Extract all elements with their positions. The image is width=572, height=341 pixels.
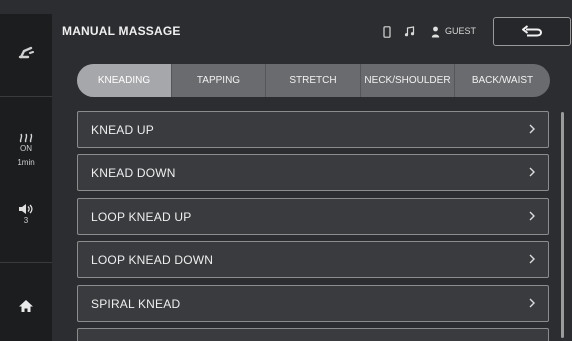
- back-arrow-icon: [522, 24, 543, 36]
- phone-icon[interactable]: [383, 26, 391, 38]
- heat-control[interactable]: ON 1min: [0, 120, 52, 180]
- item-label: LOOP KNEAD DOWN: [91, 252, 214, 267]
- heat-icon: [19, 133, 33, 142]
- list-item[interactable]: LOOP KNEAD DOWN: [77, 241, 549, 278]
- volume-control[interactable]: 3: [0, 192, 52, 236]
- list-item[interactable]: SPIRAL KNEAD: [77, 285, 549, 322]
- side-rail: ON 1min 3: [0, 14, 52, 341]
- recline-button[interactable]: [0, 30, 52, 74]
- music-note-icon[interactable]: [404, 26, 415, 37]
- item-label: LOOP KNEAD UP: [91, 209, 192, 224]
- home-button[interactable]: [0, 286, 52, 326]
- volume-level: 3: [23, 215, 29, 225]
- page-title: MANUAL MASSAGE: [62, 24, 181, 38]
- chevron-right-icon: [529, 254, 535, 264]
- back-button[interactable]: [493, 17, 571, 46]
- tab-tapping[interactable]: TAPPING: [171, 64, 265, 97]
- volume-icon: [19, 203, 33, 214]
- user-label: GUEST: [445, 26, 477, 36]
- list-item[interactable]: LOOP KNEAD UP: [77, 198, 549, 235]
- chevron-right-icon: [529, 124, 535, 134]
- tab-label: NECK/SHOULDER: [364, 75, 451, 86]
- chevron-right-icon: [529, 167, 535, 177]
- category-tabs: KNEADING TAPPING STRETCH NECK/SHOULDER B…: [77, 64, 550, 97]
- tab-kneading[interactable]: KNEADING: [77, 64, 171, 97]
- tab-label: TAPPING: [196, 75, 241, 86]
- list-item[interactable]: KNEAD DOWN: [77, 154, 549, 191]
- heat-status: ON: [20, 143, 32, 153]
- scrollbar[interactable]: [561, 112, 564, 338]
- list-item-partial[interactable]: [77, 328, 549, 341]
- tab-back-waist[interactable]: BACK/WAIST: [454, 64, 550, 97]
- item-label: SPIRAL KNEAD: [91, 296, 181, 311]
- top-bar: MANUAL MASSAGE GUEST: [52, 14, 572, 52]
- tab-label: KNEADING: [97, 75, 151, 86]
- tab-neck-shoulder[interactable]: NECK/SHOULDER: [360, 64, 454, 97]
- item-label: KNEAD UP: [91, 122, 154, 137]
- recline-chair-icon: [18, 46, 34, 59]
- chevron-right-icon: [529, 211, 535, 221]
- tab-label: BACK/WAIST: [471, 75, 534, 86]
- item-label: KNEAD DOWN: [91, 165, 176, 180]
- tab-stretch[interactable]: STRETCH: [265, 64, 360, 97]
- home-icon: [19, 300, 33, 312]
- timer-value: 1min: [17, 157, 35, 167]
- list-item[interactable]: KNEAD UP: [77, 111, 549, 148]
- tab-label: STRETCH: [289, 75, 337, 86]
- user-icon: [431, 26, 440, 38]
- app-window: ON 1min 3 MANUAL MASSAGE GUEST KNEADING …: [0, 0, 572, 341]
- chevron-right-icon: [529, 298, 535, 308]
